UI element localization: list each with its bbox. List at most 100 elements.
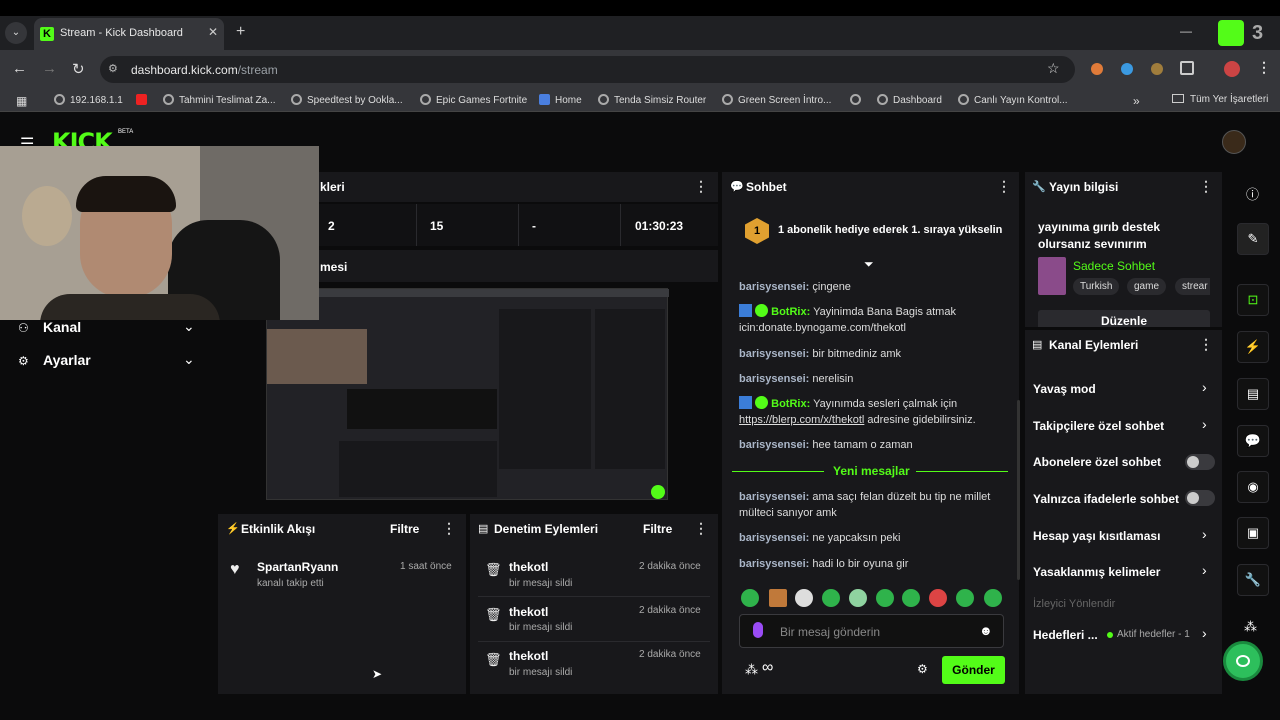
edit-button[interactable]: Düzenle <box>1038 310 1210 327</box>
tag-chip[interactable]: strear <box>1175 278 1210 295</box>
emote-icon[interactable] <box>956 589 974 607</box>
chat-username[interactable]: barisysensei: <box>739 373 809 385</box>
chat-username[interactable]: barisysensei: <box>739 491 809 503</box>
bookmark-item[interactable]: Home <box>539 94 582 106</box>
kick-points-icon[interactable]: ⁂ <box>745 662 758 678</box>
more-options-icon[interactable]: ⋮ <box>1199 336 1213 353</box>
emote-only-toggle[interactable] <box>1185 490 1215 506</box>
chat-username[interactable]: barisysensei: <box>739 532 809 544</box>
extensions-puzzle-icon[interactable] <box>1180 61 1194 75</box>
action-banned-words[interactable]: Yasaklanmış kelimeler <box>1033 565 1160 579</box>
extension-icon[interactable] <box>1091 63 1103 75</box>
subscribers-only-toggle[interactable] <box>1185 454 1215 470</box>
microphone-icon[interactable] <box>753 622 763 638</box>
info-icon[interactable]: ⓘ <box>1246 184 1259 203</box>
bookmark-item[interactable]: Tenda Simsiz Router <box>598 94 706 106</box>
bookmark-item[interactable]: Tahmini Teslimat Za... <box>163 94 276 106</box>
action-slow-mode[interactable]: Yavaş mod <box>1033 382 1096 396</box>
emoji-icon[interactable]: ☻ <box>979 623 993 638</box>
emote-icon[interactable] <box>929 589 947 607</box>
tag-chip[interactable]: game <box>1127 278 1167 295</box>
back-icon[interactable]: ← <box>12 60 27 77</box>
category-name[interactable]: Sadece Sohbet <box>1073 259 1155 273</box>
sidebar-item-kanal[interactable]: Kanal <box>43 319 81 335</box>
stream-preview-video[interactable] <box>266 288 669 500</box>
bookmark-star-icon[interactable]: ☆ <box>1047 60 1060 77</box>
chevron-right-icon[interactable]: › <box>1202 526 1207 542</box>
feed-username[interactable]: SpartanRyann <box>257 560 338 574</box>
chat-settings-icon[interactable]: ⚙ <box>917 662 928 676</box>
site-info-icon[interactable]: ⚙ <box>108 62 118 75</box>
new-tab-icon[interactable]: + <box>236 23 245 41</box>
sidebar-item-ayarlar[interactable]: Ayarlar <box>43 352 91 368</box>
chat-username[interactable]: barisysensei: <box>739 281 809 293</box>
mod-username[interactable]: thekotl <box>509 605 548 619</box>
chevron-right-icon[interactable]: › <box>1202 416 1207 432</box>
extension-icon[interactable] <box>1121 63 1133 75</box>
profile-avatar[interactable] <box>1224 61 1240 77</box>
bookmark-item[interactable] <box>136 94 152 106</box>
emote-icon[interactable] <box>822 589 840 607</box>
notes-icon[interactable]: ▤ <box>1237 378 1269 410</box>
video-icon[interactable]: ▣ <box>1237 517 1269 549</box>
forward-icon[interactable]: → <box>42 60 57 77</box>
tools-wrench-icon[interactable]: 🔧 <box>1237 564 1269 596</box>
extension-icon[interactable] <box>1151 63 1163 75</box>
bookmark-item[interactable]: Speedtest by Ookla... <box>291 94 403 106</box>
emote-icon[interactable] <box>849 589 867 607</box>
bookmark-item[interactable]: Dashboard <box>877 94 942 106</box>
emote-icon[interactable] <box>984 589 1002 607</box>
all-bookmarks[interactable]: Tüm Yer İşaretleri <box>1172 94 1268 105</box>
moderation-filter-button[interactable]: Filtre <box>643 522 672 536</box>
screen-capture-icon[interactable]: ⊡ <box>1237 284 1269 316</box>
chevron-right-icon[interactable]: › <box>1202 625 1207 641</box>
apps-grid-icon[interactable]: ▦ <box>16 94 27 108</box>
chevron-right-icon[interactable]: › <box>1202 379 1207 395</box>
tab-close-icon[interactable]: ✕ <box>208 25 218 39</box>
chat-scrollbar[interactable] <box>1017 400 1020 580</box>
apps-dots-icon[interactable]: ⁂ <box>1244 619 1257 635</box>
chat-link[interactable]: https://blerp.com/x/thekotl <box>739 414 864 426</box>
category-thumbnail[interactable] <box>1038 257 1066 295</box>
bookmark-item[interactable]: Canlı Yayın Kontrol... <box>958 94 1068 106</box>
more-options-icon[interactable]: ⋮ <box>694 520 708 537</box>
tab-search-button[interactable]: ⌄ <box>5 22 27 44</box>
activity-filter-button[interactable]: Filtre <box>390 522 419 536</box>
chat-username[interactable]: BotRix: <box>771 398 810 410</box>
edit-pencil-icon[interactable]: ✎ <box>1237 223 1269 255</box>
mod-username[interactable]: thekotl <box>509 649 548 663</box>
bookmark-item[interactable] <box>850 94 866 106</box>
browser-menu-icon[interactable]: ⋮ <box>1257 59 1271 76</box>
more-options-icon[interactable]: ⋮ <box>694 178 708 195</box>
lightning-icon[interactable]: ⚡ <box>1237 331 1269 363</box>
emote-icon[interactable] <box>741 589 759 607</box>
chevron-down-icon[interactable]: ⌄ <box>183 318 195 335</box>
reload-icon[interactable]: ↻ <box>72 60 85 78</box>
emote-icon[interactable] <box>902 589 920 607</box>
broadcast-icon[interactable]: ◉ <box>1237 471 1269 503</box>
tag-chip[interactable]: Turkish <box>1073 278 1120 295</box>
chat-icon[interactable]: 💬 <box>1237 425 1269 457</box>
more-options-icon[interactable]: ⋮ <box>997 178 1011 195</box>
minimize-icon[interactable]: — <box>1180 24 1192 38</box>
chat-username[interactable]: BotRix: <box>771 306 810 318</box>
emote-icon[interactable] <box>876 589 894 607</box>
more-options-icon[interactable]: ⋮ <box>442 520 456 537</box>
collapse-pinned-icon[interactable]: ⏷ <box>864 257 874 272</box>
user-avatar[interactable] <box>1222 130 1246 154</box>
chat-username[interactable]: barisysensei: <box>739 439 809 451</box>
bookmark-item[interactable]: 192.168.1.1 <box>54 94 123 106</box>
send-button[interactable]: Gönder <box>942 656 1005 684</box>
emote-icon[interactable] <box>795 589 813 607</box>
mod-username[interactable]: thekotl <box>509 560 548 574</box>
chevron-right-icon[interactable]: › <box>1202 562 1207 578</box>
chat-username[interactable]: barisysensei: <box>739 348 809 360</box>
action-goals[interactable]: Hedefleri ... <box>1033 628 1098 642</box>
more-options-icon[interactable]: ⋮ <box>1199 178 1213 195</box>
emote-icon[interactable] <box>769 589 787 607</box>
chat-username[interactable]: barisysensei: <box>739 558 809 570</box>
action-account-age[interactable]: Hesap yaşı kısıtlaması <box>1033 529 1160 543</box>
action-followers-only[interactable]: Takipçilere özel sohbet <box>1033 419 1164 433</box>
bookmark-item[interactable]: Epic Games Fortnite <box>420 94 527 106</box>
more-bookmarks-icon[interactable]: » <box>1133 94 1140 108</box>
